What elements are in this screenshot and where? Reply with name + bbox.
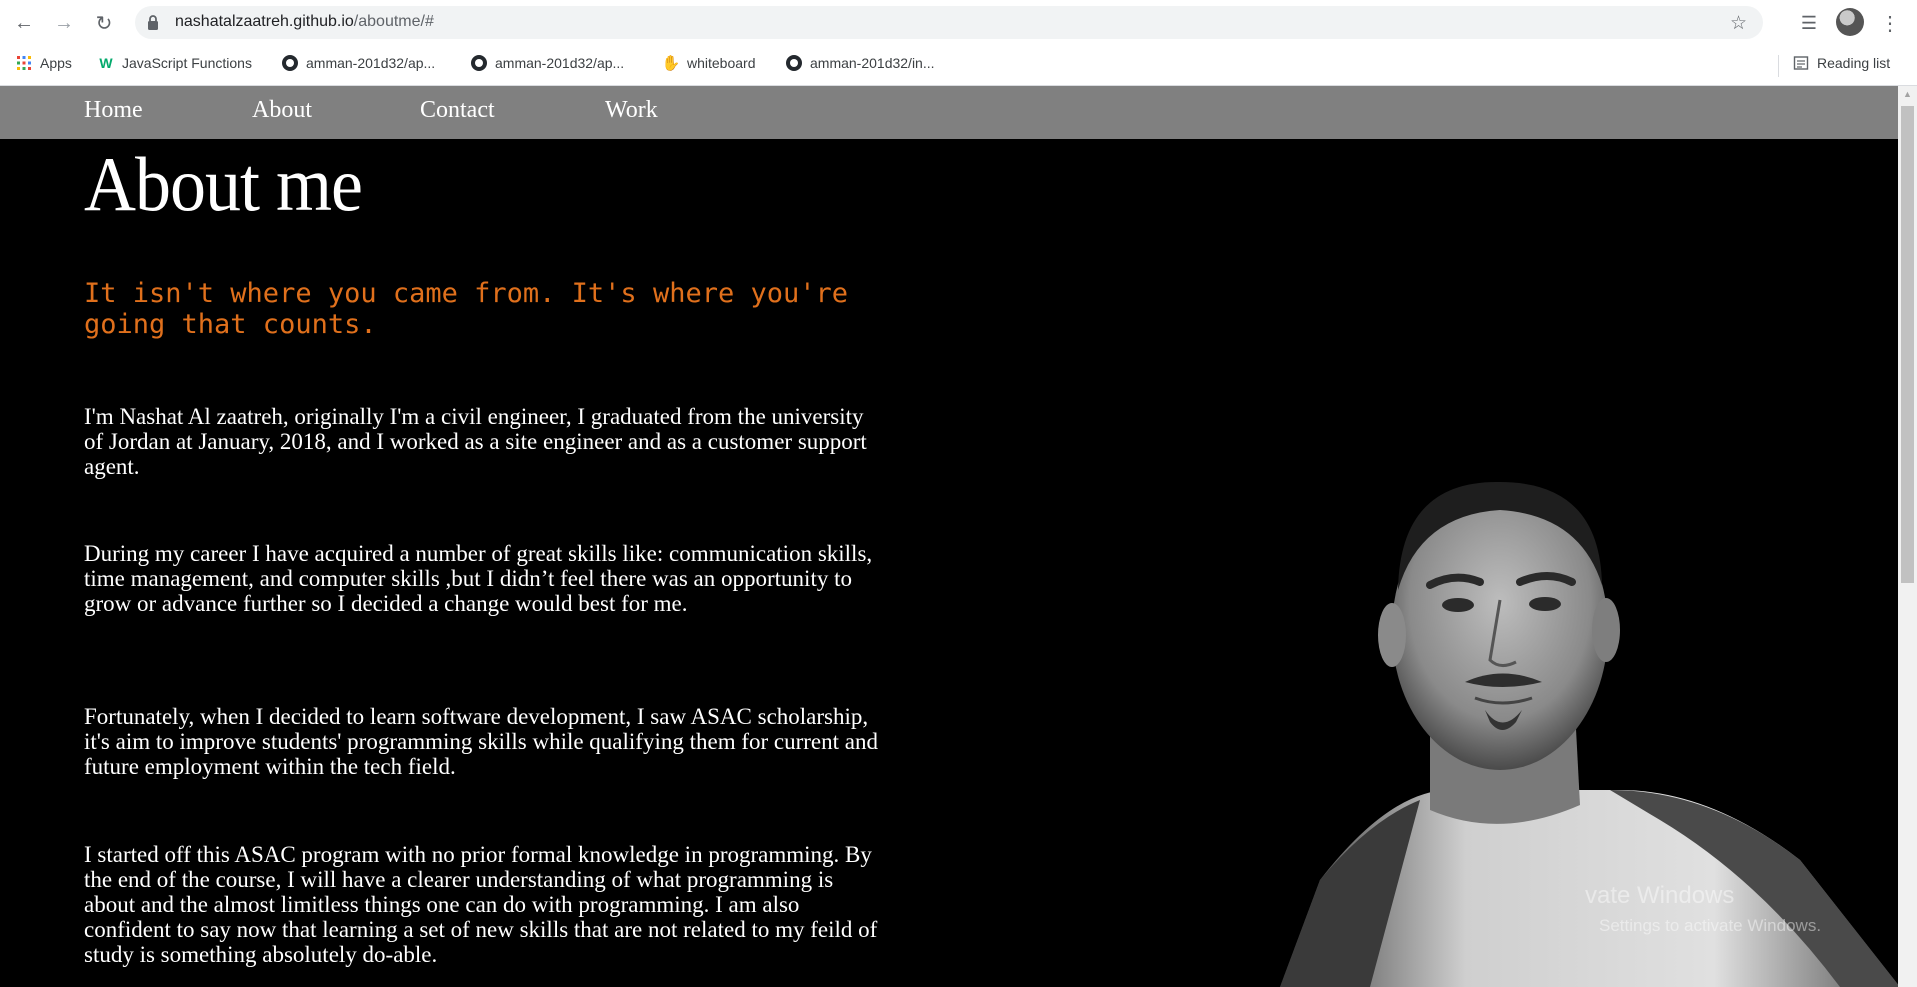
- github-icon: [786, 55, 802, 71]
- hand-icon: ✋: [661, 55, 681, 72]
- bookmark-github-1[interactable]: amman-201d32/ap...: [282, 52, 435, 74]
- lock-icon: [148, 15, 158, 30]
- media-control-icon[interactable]: ☰: [1795, 9, 1823, 37]
- bookmark-separator: [1778, 55, 1779, 77]
- reading-list-label: Reading list: [1817, 55, 1891, 71]
- bookmark-github-3[interactable]: amman-201d32/in...: [786, 52, 935, 74]
- bookmark-label: amman-201d32/ap...: [306, 55, 436, 71]
- bookmark-github-2[interactable]: amman-201d32/ap...: [471, 52, 624, 74]
- menu-kebab-icon[interactable]: ⋮: [1876, 9, 1904, 37]
- about-paragraph-2: During my career I have acquired a numbe…: [84, 541, 873, 616]
- about-paragraph-4: I started off this ASAC program with no …: [84, 842, 878, 967]
- github-icon: [471, 55, 487, 71]
- bookmark-label: whiteboard: [687, 55, 756, 71]
- apps-grid-icon: [17, 56, 31, 70]
- quote-text: It isn't where you came from. It's where…: [84, 278, 849, 340]
- about-paragraph-1: I'm Nashat Al zaatreh, originally I'm a …: [84, 404, 867, 479]
- bookmark-javascript-functions[interactable]: W JavaScript Functions: [98, 52, 252, 74]
- reading-list-button[interactable]: Reading list: [1793, 52, 1890, 74]
- w3schools-icon: W: [99, 55, 113, 71]
- windows-activation-watermark: vate Windows: [1585, 882, 1735, 909]
- bookmark-label: amman-201d32/ap...: [495, 55, 625, 71]
- page-scrollbar[interactable]: ▲: [1898, 86, 1917, 987]
- url-host: nashatalzaatreh.github.io: [175, 13, 354, 30]
- site-nav: Home About Contact Work: [0, 86, 1898, 139]
- scroll-up-arrow-icon[interactable]: ▲: [1898, 86, 1917, 103]
- bookmark-whiteboard[interactable]: ✋ whiteboard: [661, 52, 756, 74]
- nav-work-link[interactable]: Work: [605, 97, 658, 124]
- github-icon: [282, 55, 298, 71]
- forward-arrow-icon[interactable]: →: [50, 9, 78, 37]
- bookmark-apps[interactable]: Apps: [16, 52, 72, 74]
- reading-list-icon: [1793, 56, 1809, 70]
- browser-chrome: ← → ↻ nashatalzaatreh.github.io/aboutme/…: [0, 0, 1917, 86]
- windows-activation-subtext: Settings to activate Windows.: [1599, 916, 1822, 935]
- url-path: /aboutme/#: [353, 13, 434, 30]
- back-arrow-icon[interactable]: ←: [10, 9, 38, 37]
- about-paragraph-3: Fortunately, when I decided to learn sof…: [84, 704, 878, 779]
- nav-contact-link[interactable]: Contact: [420, 97, 495, 124]
- page-title: About me: [84, 141, 363, 228]
- bookmark-label: amman-201d32/in...: [810, 55, 935, 71]
- nav-home-link[interactable]: Home: [84, 97, 143, 124]
- url-text: nashatalzaatreh.github.io/aboutme/#: [175, 13, 434, 31]
- bookmark-label: JavaScript Functions: [122, 55, 252, 71]
- address-bar[interactable]: nashatalzaatreh.github.io/aboutme/# ☆: [135, 6, 1763, 39]
- reload-icon[interactable]: ↻: [90, 9, 118, 37]
- nav-about-link[interactable]: About: [252, 97, 312, 124]
- scrollbar-thumb[interactable]: [1901, 106, 1914, 583]
- bookmark-label: Apps: [40, 55, 72, 71]
- bookmarks-bar: Apps W JavaScript Functions amman-201d32…: [0, 46, 1917, 80]
- bookmark-star-icon[interactable]: ☆: [1730, 12, 1747, 35]
- profile-avatar[interactable]: [1836, 8, 1864, 36]
